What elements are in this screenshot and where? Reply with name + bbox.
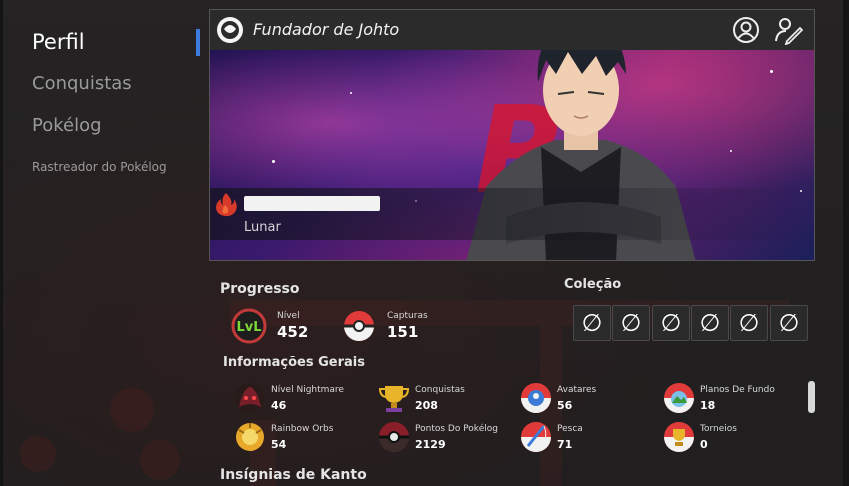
background-icon bbox=[664, 383, 694, 413]
collection-slot[interactable]: ∅ bbox=[652, 305, 690, 341]
sidebar-item-rastreador[interactable]: Rastreador do Pokélog bbox=[32, 160, 167, 174]
trainer-logo-icon bbox=[217, 17, 243, 43]
collection-slot[interactable]: ∅ bbox=[770, 305, 808, 341]
banner-title: Fundador de Johto bbox=[253, 20, 400, 39]
username bbox=[244, 196, 380, 211]
profile-sidebar: Perfil Conquistas Pokélog Rastreador do … bbox=[0, 0, 200, 486]
collection-slot[interactable]: ∅ bbox=[573, 305, 611, 341]
progress-title: Progresso bbox=[220, 281, 300, 297]
edit-profile-icon[interactable] bbox=[773, 15, 803, 45]
fire-icon bbox=[216, 193, 237, 217]
pokelog-points-icon bbox=[379, 422, 409, 452]
collection-slot[interactable]: ∅ bbox=[691, 305, 729, 341]
sidebar-item-pokelog[interactable]: Pokélog bbox=[32, 115, 102, 136]
avatar-icon bbox=[521, 383, 551, 413]
profile-banner: R Fundador de Johto Lunar bbox=[209, 9, 815, 261]
collection-title: Coleção bbox=[564, 277, 622, 292]
pokeball-icon bbox=[344, 311, 374, 341]
rainbow-orb-icon bbox=[236, 423, 264, 451]
player-subtitle: Lunar bbox=[244, 220, 281, 235]
kanto-badges-title: Insígnias de Kanto bbox=[220, 467, 367, 483]
window-border bbox=[843, 0, 849, 486]
fishing-icon bbox=[521, 422, 551, 452]
tournament-icon bbox=[664, 422, 694, 452]
collection-slot[interactable]: ∅ bbox=[612, 305, 650, 341]
sidebar-item-conquistas[interactable]: Conquistas bbox=[32, 73, 132, 94]
sidebar-item-perfil[interactable]: Perfil bbox=[32, 30, 85, 54]
level-icon: LvL bbox=[231, 308, 267, 344]
collection-slot[interactable]: ∅ bbox=[730, 305, 768, 341]
trophy-icon bbox=[378, 386, 410, 412]
svg-text:LvL: LvL bbox=[236, 320, 261, 335]
nightmare-icon bbox=[235, 383, 265, 413]
info-scrollbar[interactable] bbox=[808, 381, 815, 413]
general-info-title: Informações Gerais bbox=[223, 355, 365, 370]
profile-icon[interactable] bbox=[731, 15, 761, 45]
active-tab-indicator bbox=[196, 29, 200, 56]
